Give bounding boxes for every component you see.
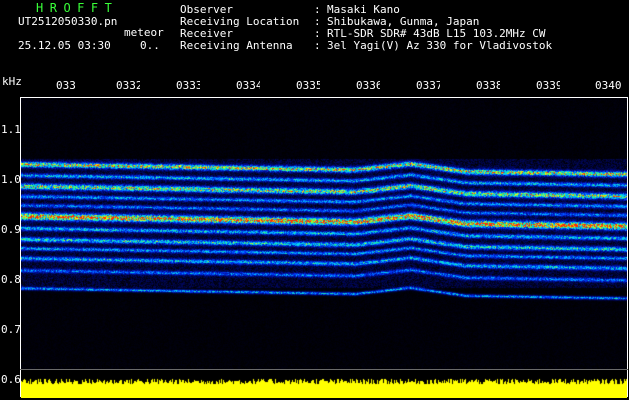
time-tick: 0339 bbox=[536, 80, 560, 92]
noise-level-bar bbox=[21, 370, 627, 398]
frequency-tick: 0.6 bbox=[1, 373, 21, 386]
mode-label: meteor bbox=[124, 26, 164, 39]
frequency-tick: 0.9 bbox=[1, 223, 21, 236]
time-tick: 0338 bbox=[476, 80, 500, 92]
time-tick: 0333 bbox=[176, 80, 200, 92]
frequency-tick: 1.1 bbox=[1, 123, 21, 136]
antenna-value: 3el Yagi(V) Az 330 for Vladivostok bbox=[327, 39, 553, 52]
frequency-tick: 1.0 bbox=[1, 173, 21, 186]
antenna-separator: : bbox=[314, 39, 321, 52]
antenna-label: Receiving Antenna bbox=[180, 39, 293, 52]
time-tick: 0336 bbox=[356, 80, 380, 92]
time-tick: 0340 bbox=[595, 80, 622, 92]
frequency-tick: 0.8 bbox=[1, 273, 21, 286]
app-brand: HROFFT bbox=[36, 1, 119, 15]
file-name: UT2512050330.pn bbox=[18, 15, 118, 28]
spectrogram-waterfall bbox=[21, 98, 627, 369]
time-tick: 0332 bbox=[116, 80, 140, 92]
capture-datetime: 25.12.05 03:30 bbox=[18, 39, 111, 52]
time-tick: 0334 bbox=[236, 80, 260, 92]
hrofft-screen: HROFFT UT2512050330.pn meteor 25.12.05 0… bbox=[0, 0, 629, 400]
time-tick: 0335 bbox=[296, 80, 320, 92]
time-tick: 033 bbox=[56, 80, 76, 92]
mode-count: 0.. bbox=[140, 39, 160, 52]
time-tick: 0337 bbox=[416, 80, 440, 92]
frequency-unit-label: kHz bbox=[2, 75, 22, 88]
frequency-tick: 0.7 bbox=[1, 323, 21, 336]
